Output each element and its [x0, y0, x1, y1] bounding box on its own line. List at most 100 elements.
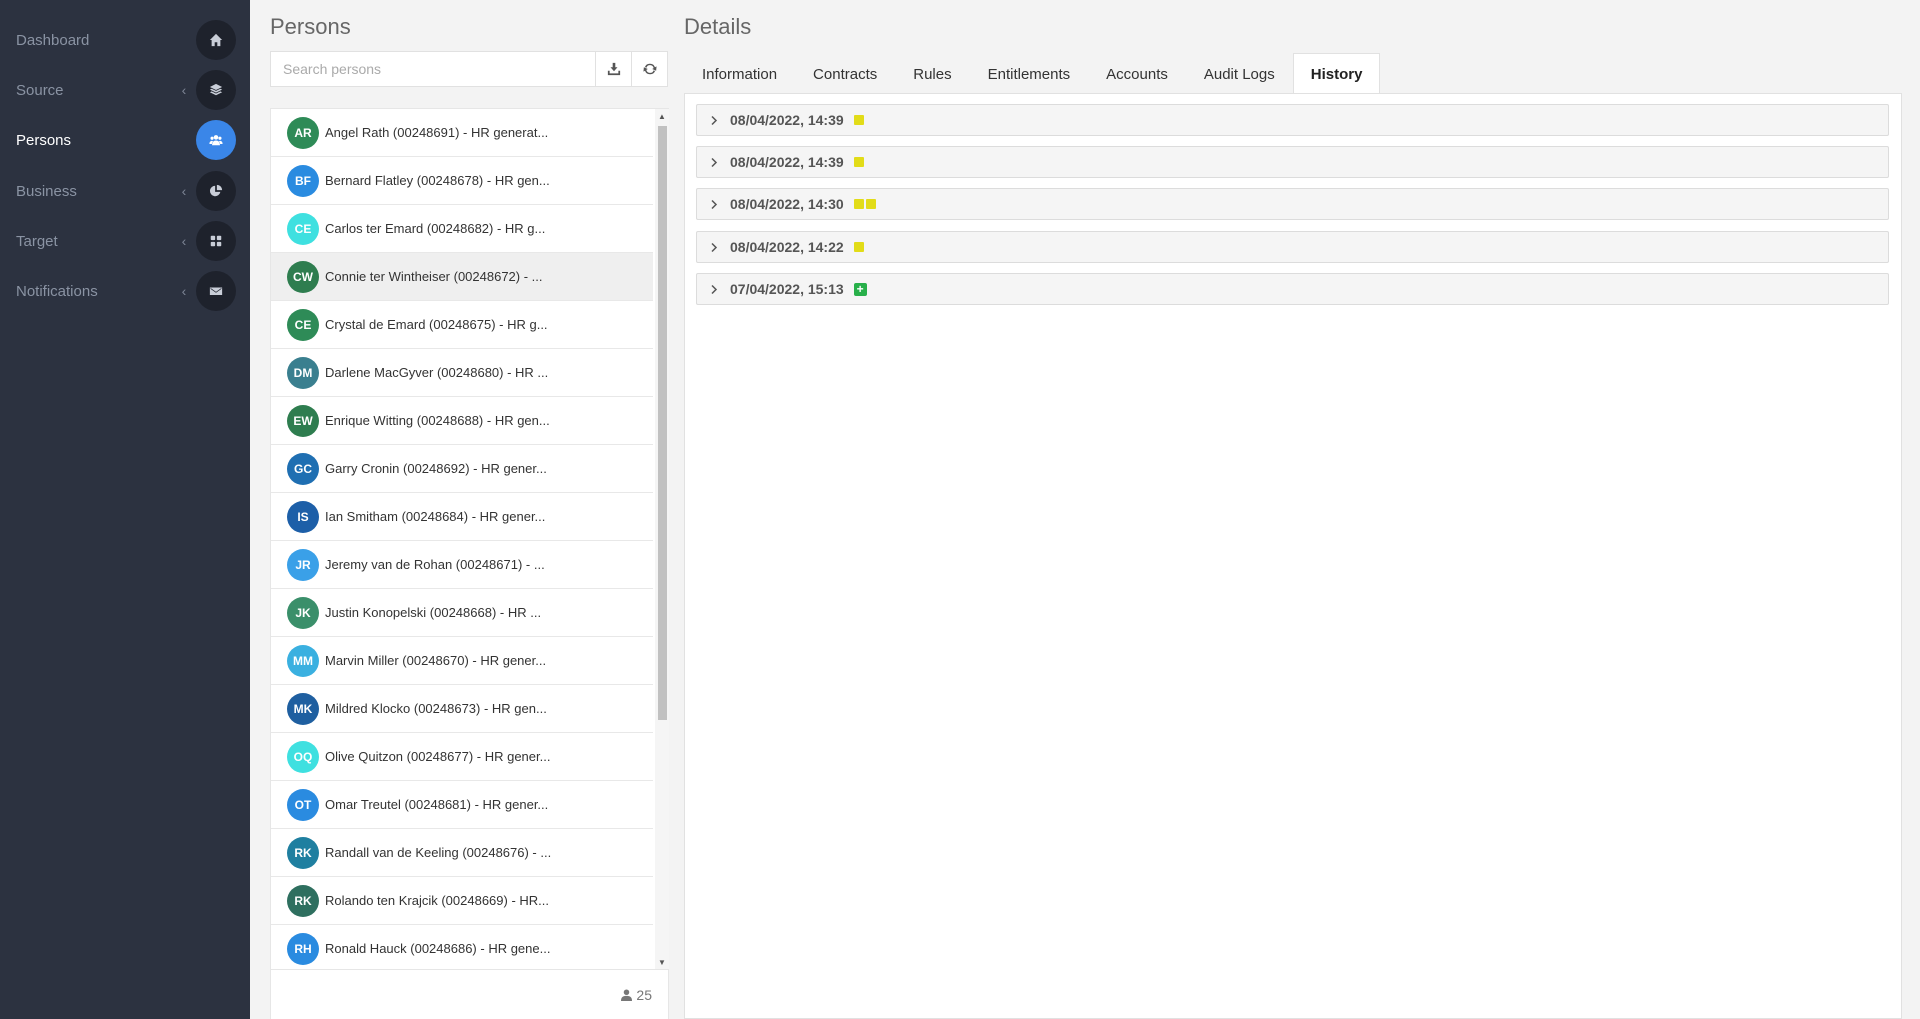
history-item[interactable]: 08/04/2022, 14:39: [696, 146, 1889, 178]
person-row[interactable]: OQ Olive Quitzon (00248677) - HR gener...: [271, 733, 653, 781]
change-badge-icon: [865, 199, 876, 209]
avatar: IS: [287, 500, 319, 533]
list-scrollbar[interactable]: ▲ ▼: [655, 109, 669, 969]
refresh-icon: [642, 63, 657, 75]
sidebar-item-notifications[interactable]: Notifications ‹: [0, 266, 250, 316]
person-row[interactable]: CE Carlos ter Emard (00248682) - HR g...: [271, 205, 653, 253]
history-date: 08/04/2022, 14:39: [730, 112, 844, 128]
person-name: Ronald Hauck (00248686) - HR gene...: [325, 941, 551, 956]
history-date: 08/04/2022, 14:22: [730, 239, 844, 255]
person-name: Olive Quitzon (00248677) - HR gener...: [325, 749, 551, 764]
person-row[interactable]: RH Ronald Hauck (00248686) - HR gene...: [271, 925, 653, 969]
chevron-right-icon[interactable]: [697, 242, 731, 253]
scroll-thumb[interactable]: [658, 126, 667, 720]
avatar: EW: [287, 404, 319, 437]
history-date: 07/04/2022, 15:13: [730, 281, 844, 297]
avatar: BF: [287, 164, 319, 197]
person-row[interactable]: RK Rolando ten Krajcik (00248669) - HR...: [271, 877, 653, 925]
envelope-icon[interactable]: [196, 271, 236, 311]
persons-list[interactable]: AR Angel Rath (00248691) - HR generat... B…: [271, 109, 653, 969]
add-badge-icon: +: [853, 282, 867, 296]
chevron-right-icon[interactable]: [697, 199, 731, 210]
scroll-down-arrow-icon[interactable]: ▼: [655, 955, 669, 969]
avatar: CE: [287, 212, 319, 245]
grid-icon[interactable]: [196, 221, 236, 261]
change-badge-icon: [853, 157, 864, 167]
person-row[interactable]: MM Marvin Miller (00248670) - HR gener...: [271, 637, 653, 685]
chevron-right-icon[interactable]: [697, 115, 731, 126]
sidebar-item-label: Dashboard: [16, 31, 90, 49]
chevron-right-icon[interactable]: [697, 157, 731, 168]
person-name: Jeremy van de Rohan (00248671) - ...: [325, 557, 545, 572]
tab-history[interactable]: History: [1292, 53, 1381, 94]
history-panel: 08/04/2022, 14:39 08/04/2022, 14:39 08/04/…: [684, 93, 1902, 1019]
sidebar-item-persons[interactable]: Persons: [0, 115, 250, 165]
sidebar-item-label: Persons: [16, 131, 72, 149]
tab-contracts[interactable]: Contracts: [795, 53, 895, 94]
sidebar-item-business[interactable]: Business ‹: [0, 166, 250, 216]
refresh-button[interactable]: [632, 51, 668, 87]
person-row[interactable]: JK Justin Konopelski (00248668) - HR ...: [271, 589, 653, 637]
person-name: Bernard Flatley (00248678) - HR gen...: [325, 173, 550, 188]
person-name: Crystal de Emard (00248675) - HR g...: [325, 317, 548, 332]
person-name: Randall van de Keeling (00248676) - ...: [325, 845, 552, 860]
person-row[interactable]: RK Randall van de Keeling (00248676) - ..…: [271, 829, 653, 877]
person-name: Omar Treutel (00248681) - HR gener...: [325, 797, 549, 812]
avatar: OT: [287, 788, 319, 821]
history-badges: [853, 115, 864, 125]
pie-chart-icon[interactable]: [196, 171, 236, 211]
person-row[interactable]: GC Garry Cronin (00248692) - HR gener...: [271, 445, 653, 493]
avatar: RK: [287, 836, 319, 869]
sidebar-item-label: Source: [16, 81, 64, 99]
history-item[interactable]: 08/04/2022, 14:22: [696, 231, 1889, 263]
person-name: Angel Rath (00248691) - HR generat...: [325, 125, 549, 140]
users-icon[interactable]: [196, 120, 236, 160]
avatar: DM: [287, 356, 319, 389]
history-badges: +: [853, 282, 867, 296]
scroll-up-arrow-icon[interactable]: ▲: [655, 109, 669, 123]
person-row[interactable]: EW Enrique Witting (00248688) - HR gen...: [271, 397, 653, 445]
person-row[interactable]: OT Omar Treutel (00248681) - HR gener...: [271, 781, 653, 829]
person-row[interactable]: CE Crystal de Emard (00248675) - HR g...: [271, 301, 653, 349]
download-icon: [607, 62, 620, 76]
tab-accounts[interactable]: Accounts: [1088, 53, 1186, 94]
person-name: Darlene MacGyver (00248680) - HR ...: [325, 365, 549, 380]
person-row[interactable]: JR Jeremy van de Rohan (00248671) - ...: [271, 541, 653, 589]
history-item[interactable]: 08/04/2022, 14:39: [696, 104, 1889, 136]
avatar: GC: [287, 452, 319, 485]
avatar: OQ: [287, 740, 319, 773]
tab-rules[interactable]: Rules: [895, 53, 969, 94]
sidebar-item-source[interactable]: Source ‹: [0, 65, 250, 115]
avatar: AR: [287, 116, 319, 149]
person-row[interactable]: BF Bernard Flatley (00248678) - HR gen...: [271, 157, 653, 205]
avatar: CW: [287, 260, 319, 293]
user-icon: [621, 989, 633, 1001]
search-input[interactable]: [270, 51, 596, 87]
avatar: RK: [287, 884, 319, 917]
chevron-left-icon: ‹: [181, 283, 187, 299]
tab-entitlements[interactable]: Entitlements: [970, 53, 1089, 94]
sidebar-item-target[interactable]: Target ‹: [0, 216, 250, 266]
home-icon[interactable]: [196, 20, 236, 60]
layers-icon[interactable]: [196, 70, 236, 110]
person-row[interactable]: DM Darlene MacGyver (00248680) - HR ...: [271, 349, 653, 397]
person-row[interactable]: IS Ian Smitham (00248684) - HR gener...: [271, 493, 653, 541]
details-title: Details: [684, 14, 752, 39]
sidebar-item-dashboard[interactable]: Dashboard: [0, 15, 250, 65]
history-item[interactable]: 08/04/2022, 14:30: [696, 188, 1889, 220]
avatar: MM: [287, 644, 319, 677]
chevron-right-icon[interactable]: [697, 284, 731, 295]
person-row[interactable]: AR Angel Rath (00248691) - HR generat...: [271, 109, 653, 157]
person-count-value: 25: [636, 987, 652, 1003]
tab-audit-logs[interactable]: Audit Logs: [1186, 53, 1293, 94]
person-row[interactable]: CW Connie ter Wintheiser (00248672) - ...: [271, 253, 653, 301]
details-tabs: Information Contracts Rules Entitlements…: [684, 53, 1381, 94]
person-name: Mildred Klocko (00248673) - HR gen...: [325, 701, 547, 716]
history-item[interactable]: 07/04/2022, 15:13 +: [696, 273, 1889, 305]
person-row[interactable]: MK Mildred Klocko (00248673) - HR gen...: [271, 685, 653, 733]
tab-information[interactable]: Information: [684, 53, 795, 94]
person-name: Ian Smitham (00248684) - HR gener...: [325, 509, 546, 524]
sidebar: Dashboard Source ‹ Persons Business ‹ Ta…: [0, 0, 250, 1019]
sidebar-item-label: Target: [16, 232, 58, 250]
download-button[interactable]: [596, 51, 632, 87]
